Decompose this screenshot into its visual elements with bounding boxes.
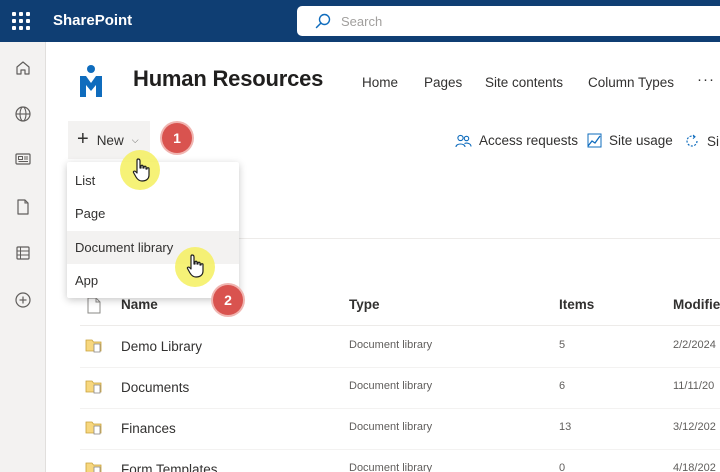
library-icon [85, 380, 102, 394]
row-name[interactable]: Finances [121, 421, 176, 436]
row-type: Document library [349, 380, 433, 392]
table-row[interactable]: Demo Library Document library 5 2/2/2024 [80, 326, 720, 367]
people-icon [455, 134, 472, 147]
new-label: New [96, 132, 124, 148]
row-name[interactable]: Demo Library [121, 339, 202, 354]
hand-cursor-icon [186, 254, 204, 278]
row-type: Document library [349, 339, 433, 351]
chevron-down-icon: ⌵ [131, 134, 139, 145]
truncated-command-label: Si [707, 133, 720, 149]
sync-icon [686, 134, 698, 147]
row-modified: 11/11/20 [673, 380, 715, 392]
hand-cursor-icon [132, 158, 150, 182]
list-icon[interactable] [11, 241, 35, 265]
row-type: Document library [349, 462, 433, 472]
row-items: 6 [559, 380, 566, 392]
truncated-command-button[interactable]: Si [684, 133, 719, 149]
row-type: Document library [349, 421, 433, 433]
search-box[interactable] [297, 6, 720, 36]
search-input[interactable] [341, 10, 720, 32]
nav-column-types[interactable]: Column Types [588, 75, 674, 90]
add-circle-icon[interactable] [11, 288, 35, 312]
app-name[interactable]: SharePoint [53, 12, 132, 29]
table-row[interactable]: Documents Document library 6 11/11/20 [80, 367, 720, 408]
nav-pages[interactable]: Pages [424, 75, 462, 90]
file-type-header-icon[interactable] [87, 297, 101, 314]
site-logo-icon[interactable] [77, 64, 105, 98]
table-row[interactable]: Finances Document library 13 3/12/202 [80, 408, 720, 449]
nav-more-button[interactable]: ··· [697, 71, 715, 88]
library-icon [85, 339, 102, 353]
row-items: 0 [559, 462, 566, 472]
column-header-items[interactable]: Items [559, 297, 594, 312]
access-requests-label: Access requests [479, 133, 579, 148]
globe-icon[interactable] [11, 102, 35, 126]
column-header-modified[interactable]: Modifie [673, 297, 720, 312]
site-title: Human Resources [133, 66, 324, 91]
row-items: 13 [559, 421, 572, 433]
table-row[interactable]: Form Templates Document library 0 4/18/2… [80, 449, 720, 472]
document-icon[interactable] [11, 195, 35, 219]
column-header-name[interactable]: Name [121, 297, 158, 312]
row-items: 5 [559, 339, 566, 351]
row-modified: 4/18/202 [673, 462, 716, 472]
access-requests-button[interactable]: Access requests [455, 133, 578, 148]
left-rail [0, 42, 46, 472]
nav-home[interactable]: Home [362, 75, 398, 90]
library-icon [85, 462, 102, 472]
row-modified: 3/12/202 [673, 421, 716, 433]
site-usage-button[interactable]: Site usage [587, 133, 673, 148]
row-name[interactable]: Form Templates [121, 462, 218, 472]
search-icon [315, 13, 331, 29]
column-header-type[interactable]: Type [349, 297, 380, 312]
step-badge-1: 1 [162, 123, 192, 153]
menu-item-page[interactable]: Page [67, 197, 239, 230]
home-icon[interactable] [11, 56, 35, 80]
row-name[interactable]: Documents [121, 380, 189, 395]
chart-icon [587, 133, 602, 148]
app-launcher-icon[interactable] [10, 10, 32, 32]
news-icon[interactable] [11, 147, 35, 171]
row-modified: 2/2/2024 [673, 339, 716, 351]
site-usage-label: Site usage [609, 133, 673, 148]
library-icon [85, 421, 102, 435]
nav-site-contents[interactable]: Site contents [485, 75, 563, 90]
suite-bar: SharePoint [0, 0, 720, 42]
step-badge-2: 2 [213, 285, 243, 315]
plus-icon: + [77, 127, 89, 150]
content-divider [238, 238, 720, 239]
